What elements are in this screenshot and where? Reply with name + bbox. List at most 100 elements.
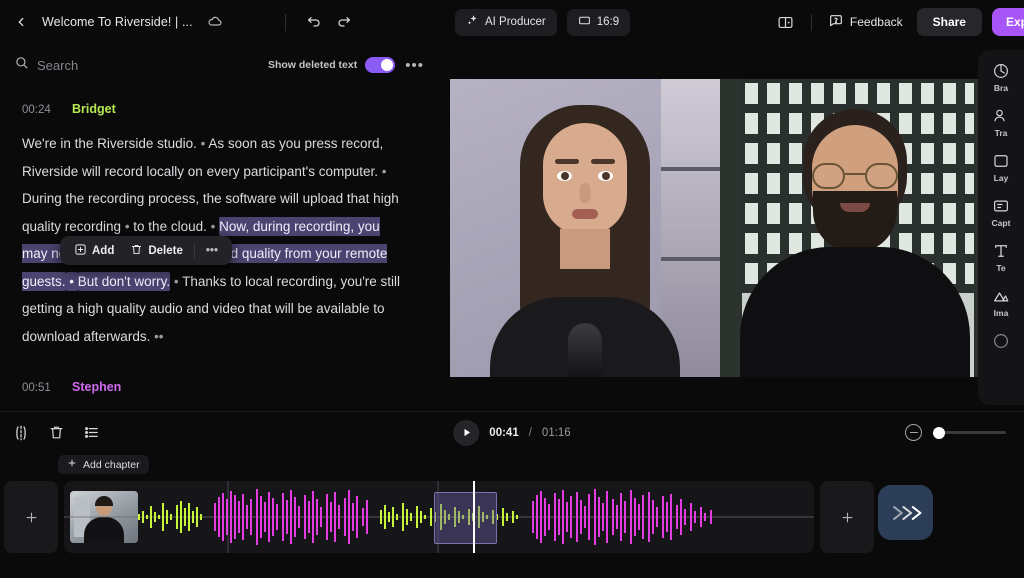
delete-clip-icon[interactable] [48, 424, 65, 441]
add-track-left-button[interactable] [4, 481, 58, 553]
sidebar-item-layout[interactable]: Lay [979, 152, 1023, 183]
left-shelf-line [660, 166, 720, 171]
play-button[interactable] [453, 419, 480, 446]
header-divider-2 [810, 13, 812, 31]
sidebar-label-layout: Lay [993, 173, 1009, 183]
sidebar-label-transitions: Tra [994, 128, 1008, 138]
add-track-right-button[interactable] [820, 481, 874, 553]
add-label: Add [92, 244, 115, 257]
delete-button[interactable]: Delete [122, 243, 191, 259]
selection-more-icon[interactable]: ••• [198, 245, 226, 257]
total-time: 01:16 [541, 426, 571, 439]
zoom-slider-handle[interactable] [933, 426, 945, 439]
sidebar-item-sticker[interactable] [979, 332, 1023, 353]
add-chapter-button[interactable]: Add chapter [58, 455, 149, 474]
left-brow [591, 158, 615, 164]
header-center-group: AI Producer 16:9 [455, 0, 631, 44]
project-title[interactable]: Welcome To Riverside! | ... [42, 15, 193, 29]
left-person-neck [560, 228, 610, 269]
sidebar-item-text[interactable]: Te [979, 242, 1023, 273]
t-dot: • [121, 218, 134, 234]
player-control-bar: 00:41 / 01:16 [0, 411, 1024, 453]
share-button[interactable]: Share [916, 8, 982, 36]
transcript-speaker-row: 00:51 Stephen [22, 380, 418, 394]
sidebar-label-captions: Capt [991, 218, 1011, 228]
plus-icon [67, 458, 77, 471]
current-time: 00:41 [489, 426, 519, 439]
sidebar-item-brand[interactable]: Bra [979, 62, 1023, 93]
list-icon[interactable] [83, 424, 100, 441]
sidebar-item-captions[interactable]: Capt [979, 197, 1023, 228]
ai-producer-button[interactable]: AI Producer [455, 8, 557, 36]
playhead[interactable] [473, 481, 475, 553]
fast-forward-button[interactable] [878, 485, 933, 540]
timeline-selection[interactable] [434, 492, 497, 544]
trash-icon [130, 243, 143, 259]
transcript-speaker-row: 00:24 Bridget [22, 102, 418, 116]
zoom-slider[interactable] [933, 426, 1006, 439]
left-mouth [572, 208, 598, 219]
t-run: to the cloud. [133, 218, 207, 234]
segment-timestamp[interactable]: 00:24 [22, 104, 58, 116]
zoom-out-icon[interactable] [905, 424, 922, 441]
left-pupil [602, 171, 610, 180]
t-run: We're in the Riverside studio. [22, 136, 197, 151]
microphone [568, 322, 602, 377]
riverside-editor: Welcome To Riverside! | ... AI Producer [0, 0, 1024, 578]
participant-tile-right [720, 78, 990, 377]
left-person-face [543, 122, 627, 235]
split-clip-icon[interactable] [12, 424, 30, 442]
t-dot: • [196, 136, 209, 151]
panel-layout-icon[interactable] [773, 9, 799, 35]
glasses-bridge [845, 172, 865, 175]
sidebar-item-image[interactable]: Ima [979, 287, 1023, 318]
delete-label: Delete [148, 244, 183, 257]
cloud-saved-icon [207, 14, 223, 30]
show-deleted-text-toggle[interactable] [365, 57, 396, 73]
timeline: Add chapter [0, 453, 1024, 578]
sidebar-item-transitions[interactable]: Tra [979, 107, 1023, 138]
t-dot-selected: • [65, 271, 78, 291]
undo-redo-group [306, 14, 352, 30]
video-preview-area [440, 44, 1000, 411]
back-button[interactable] [10, 11, 32, 33]
toolbar-divider [193, 243, 195, 258]
transcript-more-icon[interactable]: ••• [405, 57, 424, 74]
left-nose [579, 182, 591, 203]
chat-question-icon [828, 13, 844, 32]
left-brow [555, 158, 579, 164]
right-tool-sidebar: Bra Tra Lay Capt Te Ima [978, 50, 1024, 405]
transcript-panel: Show deleted text ••• 00:24 Bridget We'r… [0, 44, 440, 411]
right-panel-edge [720, 78, 742, 377]
segment-speaker-name[interactable]: Bridget [72, 102, 116, 116]
search-input[interactable] [37, 57, 187, 73]
selection-toolbar: Add Delete ••• [60, 236, 232, 265]
search-box[interactable] [14, 55, 268, 75]
export-button[interactable]: Exp [991, 8, 1024, 36]
undo-icon[interactable] [306, 14, 322, 30]
segment-timestamp[interactable]: 00:51 [22, 382, 58, 394]
left-pupil [561, 171, 569, 180]
t-dot: • [206, 218, 220, 234]
add-button[interactable]: Add [66, 243, 122, 259]
header-divider [284, 13, 286, 31]
timeline-tracks [0, 481, 874, 553]
right-person-body [740, 246, 970, 377]
feedback-button[interactable]: Feedback [824, 13, 907, 32]
segment-speaker-name[interactable]: Stephen [72, 380, 121, 394]
left-eye [557, 170, 572, 181]
plus-box-icon [74, 243, 87, 259]
glasses-lens [865, 162, 898, 189]
video-player[interactable] [450, 78, 990, 377]
t-dot: • [170, 273, 183, 289]
header-right-group: Feedback Share Exp [773, 0, 1024, 44]
aspect-ratio-button[interactable]: 16:9 [566, 8, 631, 36]
audio-clip-track[interactable] [64, 481, 814, 553]
zoom-controls [905, 424, 1006, 441]
show-deleted-text-label: Show deleted text [267, 59, 358, 71]
redo-icon[interactable] [336, 14, 352, 30]
feedback-label: Feedback [849, 15, 903, 29]
sidebar-label-brand: Bra [993, 83, 1009, 93]
frame-icon [578, 14, 591, 30]
sparkle-icon [466, 14, 479, 30]
